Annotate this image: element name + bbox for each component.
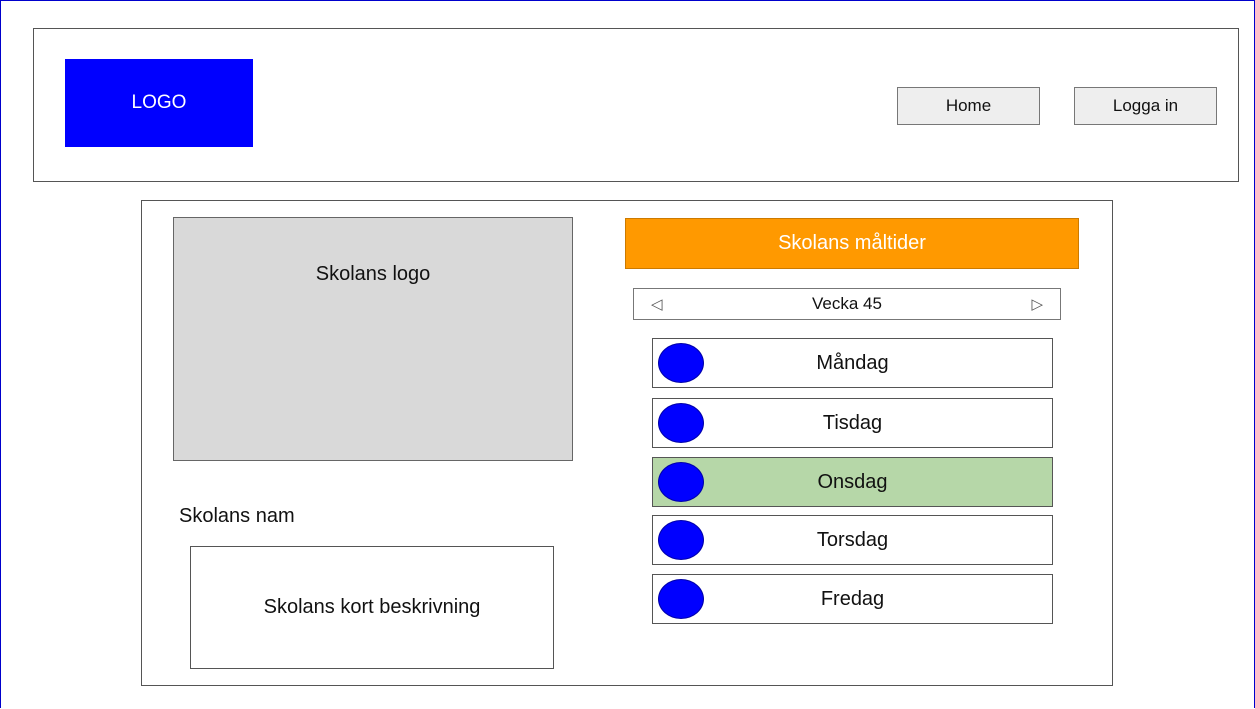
- school-logo-placeholder: Skolans logo: [173, 217, 573, 461]
- login-button[interactable]: Logga in: [1074, 87, 1217, 125]
- circle-icon: [658, 462, 704, 502]
- day-label: Måndag: [816, 351, 889, 374]
- meals-title: Skolans måltider: [778, 232, 926, 254]
- school-panel: Skolans logo Skolans nam Skolans kort be…: [141, 200, 1113, 686]
- day-label: Fredag: [820, 587, 885, 610]
- day-row-torsdag[interactable]: Torsdag: [652, 515, 1053, 565]
- school-description-text: Skolans kort beskrivning: [263, 596, 481, 618]
- school-description-box: Skolans kort beskrivning: [190, 546, 554, 669]
- site-header: LOGO Home Logga in: [33, 28, 1239, 182]
- home-button-label: Home: [945, 96, 992, 115]
- day-label: Tisdag: [822, 411, 883, 434]
- day-row-mandag[interactable]: Måndag: [652, 338, 1053, 388]
- home-button[interactable]: Home: [897, 87, 1040, 125]
- day-label: Onsdag: [817, 470, 888, 493]
- login-button-label: Logga in: [1112, 96, 1179, 115]
- circle-icon: [658, 403, 704, 443]
- week-label: Vecka 45: [812, 294, 882, 313]
- day-row-fredag[interactable]: Fredag: [652, 574, 1053, 624]
- day-label: Torsdag: [816, 528, 889, 551]
- triangle-left-icon[interactable]: ◁: [651, 295, 663, 313]
- triangle-right-icon[interactable]: ▷: [1031, 295, 1043, 313]
- circle-icon: [658, 520, 704, 560]
- school-logo-label: Skolans logo: [315, 263, 431, 285]
- circle-icon: [658, 579, 704, 619]
- school-name: Skolans nam: [179, 505, 295, 527]
- day-row-tisdag[interactable]: Tisdag: [652, 398, 1053, 448]
- site-logo-text: LOGO: [131, 92, 187, 113]
- day-row-onsdag[interactable]: Onsdag: [652, 457, 1053, 507]
- week-selector: ◁ Vecka 45 ▷: [633, 288, 1061, 320]
- circle-icon: [658, 343, 704, 383]
- site-logo[interactable]: LOGO: [65, 59, 253, 147]
- meals-title-bar: Skolans måltider: [625, 218, 1079, 269]
